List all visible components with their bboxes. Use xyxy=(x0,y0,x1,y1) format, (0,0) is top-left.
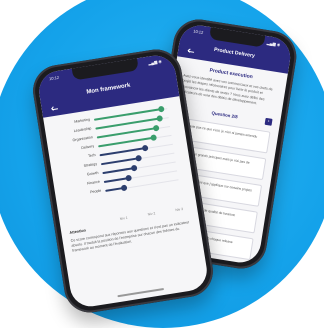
x-tick-label: Niv 3 xyxy=(175,206,184,213)
score-handle xyxy=(150,134,158,142)
score-handle xyxy=(141,144,149,152)
back-arrow-icon[interactable] xyxy=(51,107,58,111)
score-handle xyxy=(156,115,164,122)
score-handle xyxy=(125,174,133,182)
score-handle xyxy=(120,184,128,192)
score-handle xyxy=(157,105,165,113)
x-tick-label: Niv 1 xyxy=(119,215,128,221)
score-handle xyxy=(135,154,143,162)
framework-score-chart: Marketing Leadership Organisation Delivery T… xyxy=(54,103,188,223)
next-question-button[interactable]: › xyxy=(264,117,273,126)
score-handle xyxy=(152,124,160,132)
home-indicator xyxy=(117,287,164,298)
x-tick-label: Niv 2 xyxy=(147,211,156,217)
question-counter: Question 2/8 xyxy=(211,110,239,120)
back-arrow-icon[interactable] xyxy=(188,50,195,53)
phone-screen: 10:12 ▂▄▆ ◉ Mon framework Marketing Leade… xyxy=(36,52,210,310)
score-handle xyxy=(130,164,138,172)
